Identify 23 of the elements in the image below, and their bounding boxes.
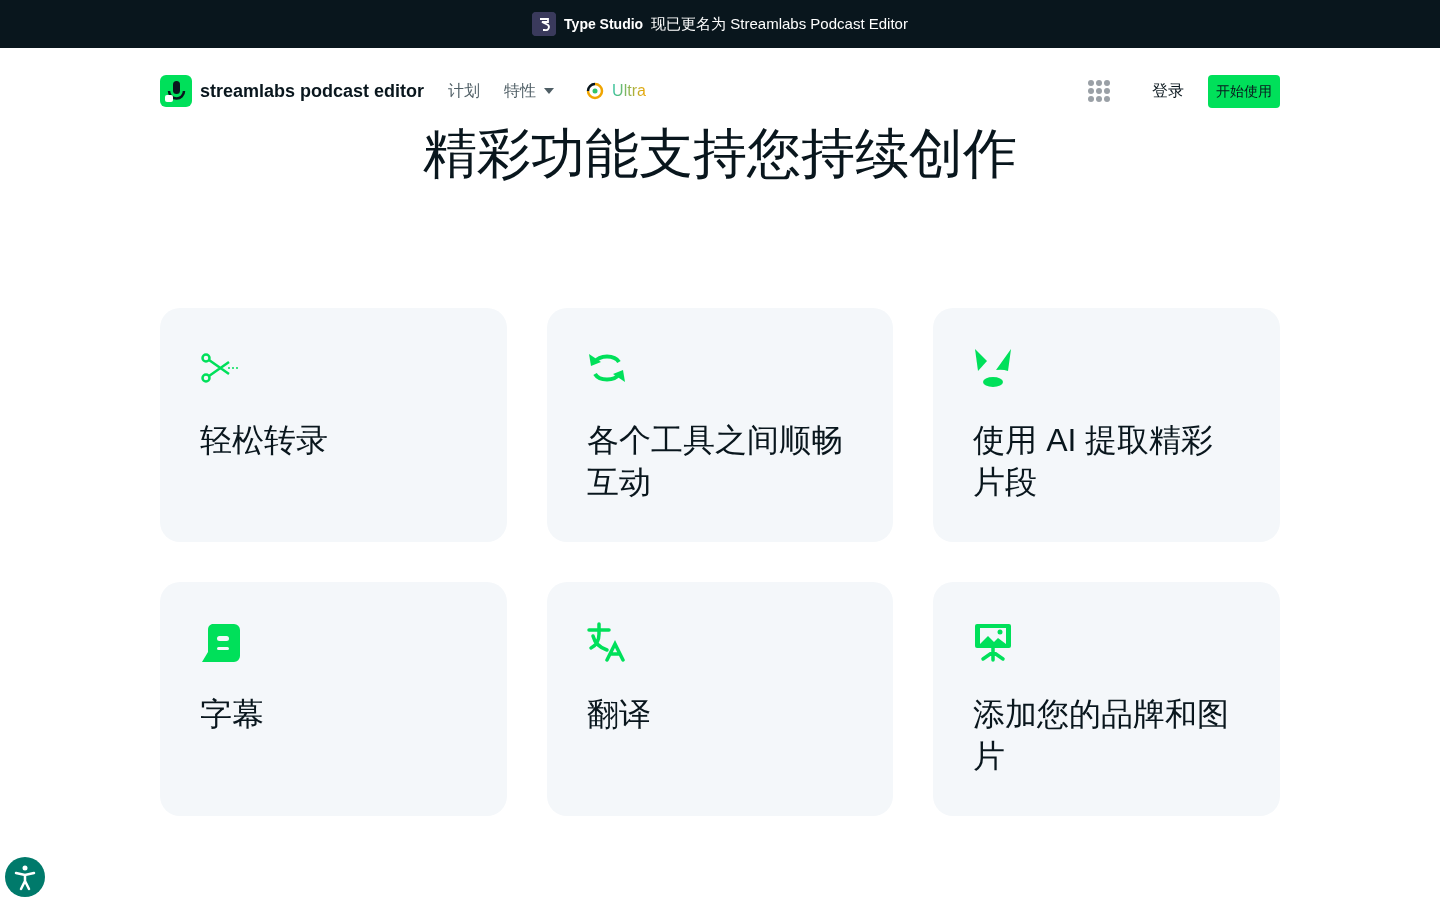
feature-title: 各个工具之间顺畅互动	[586, 421, 844, 502]
login-link[interactable]: 登录	[1152, 79, 1184, 103]
subtitles-icon	[200, 622, 240, 662]
feature-title: 翻译	[586, 695, 652, 734]
feature-title: 轻松转录	[200, 421, 329, 460]
feature-title: 使用 AI 提取精彩片段	[973, 421, 1215, 502]
feature-title: 字幕	[200, 695, 265, 734]
get-started-button[interactable]: 开始使用	[1208, 74, 1280, 108]
page-heading: 精彩功能支持您持续创作	[422, 126, 1018, 180]
caret-icon	[544, 88, 555, 94]
feature-title: 添加您的品牌和图片	[973, 695, 1231, 776]
nav-link[interactable]: 计划	[448, 79, 481, 103]
type-studio-logo-icon	[532, 12, 557, 36]
apps-grid-icon[interactable]	[1088, 80, 1110, 102]
ring-logo-icon	[586, 82, 605, 100]
accessibility-button[interactable]	[5, 857, 45, 897]
brand-name: Type Studio	[564, 14, 644, 34]
nav-dropdown[interactable]: 特性	[504, 79, 555, 103]
translate-icon	[586, 622, 627, 662]
banner-message: 现已更名为 Streamlabs Podcast Editor	[651, 13, 908, 34]
microphone-logo-icon	[160, 75, 192, 107]
logo-text[interactable]: streamlabs podcast editor	[200, 77, 425, 105]
image-board-icon	[973, 622, 1014, 662]
